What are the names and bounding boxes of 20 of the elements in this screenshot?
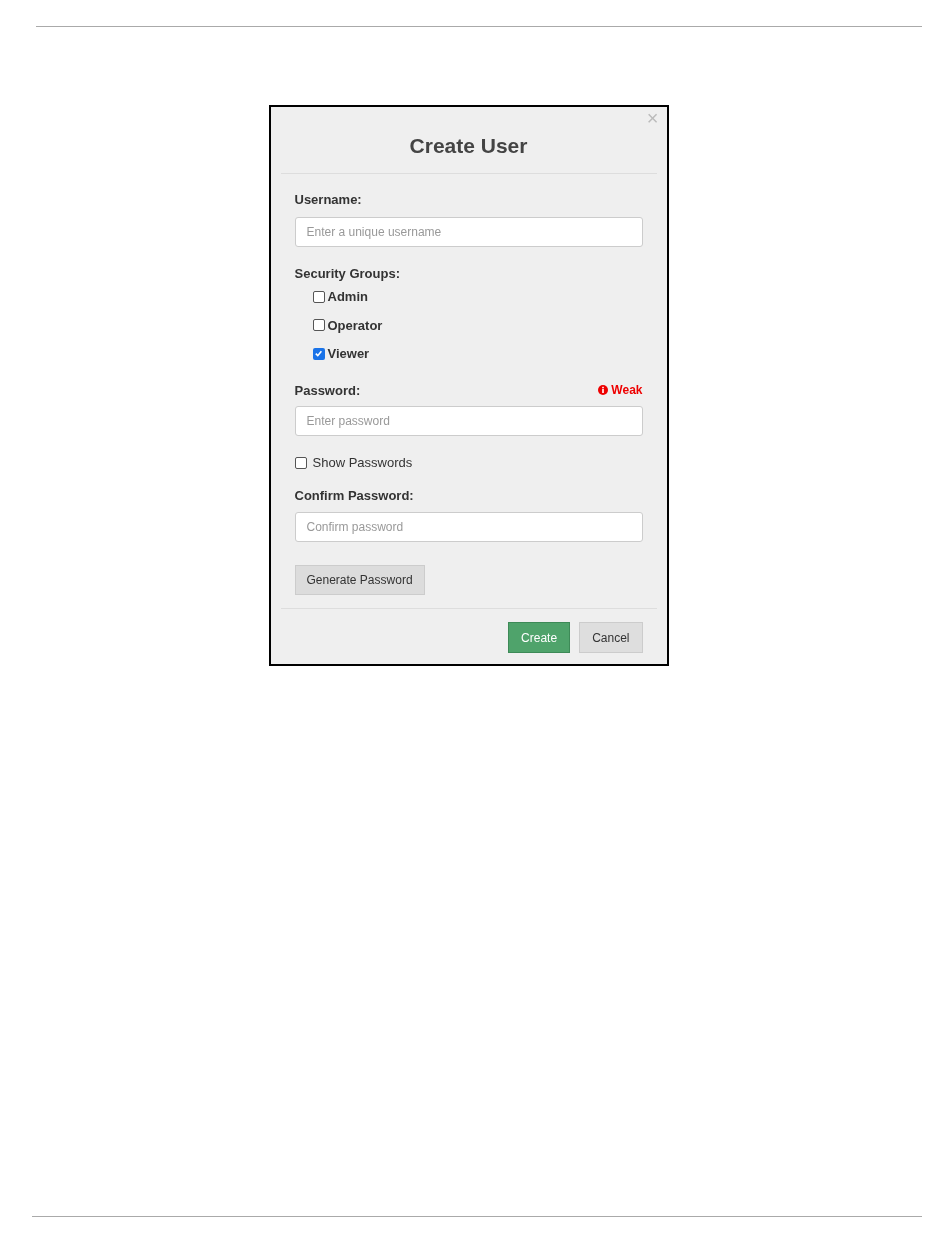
checkbox-label: Admin [327, 288, 368, 306]
checkbox-label: Show Passwords [312, 454, 413, 472]
checkbox[interactable] [294, 456, 307, 469]
checkbox[interactable] [312, 290, 325, 303]
field-label: Username: [294, 191, 363, 209]
field-label: Security Groups: [294, 264, 401, 283]
field-label: Confirm Password: [294, 486, 415, 505]
input-field[interactable]: Enter password [294, 406, 643, 436]
input-field[interactable]: Confirm password [294, 512, 643, 542]
generate-password-button[interactable]: Generate Password [294, 565, 425, 595]
cancel-button[interactable]: Cancel [579, 622, 643, 653]
input-field[interactable]: Enter a unique username [294, 216, 643, 247]
info-icon [598, 385, 609, 396]
checkbox[interactable] [312, 347, 325, 360]
dialog-title: Create User [409, 133, 528, 159]
checkbox-label: Viewer [327, 345, 370, 363]
field-label: Password: [294, 381, 361, 400]
checkbox[interactable] [312, 319, 325, 332]
checkbox-label: Operator [327, 316, 383, 335]
strength-label: Weak [611, 382, 643, 400]
